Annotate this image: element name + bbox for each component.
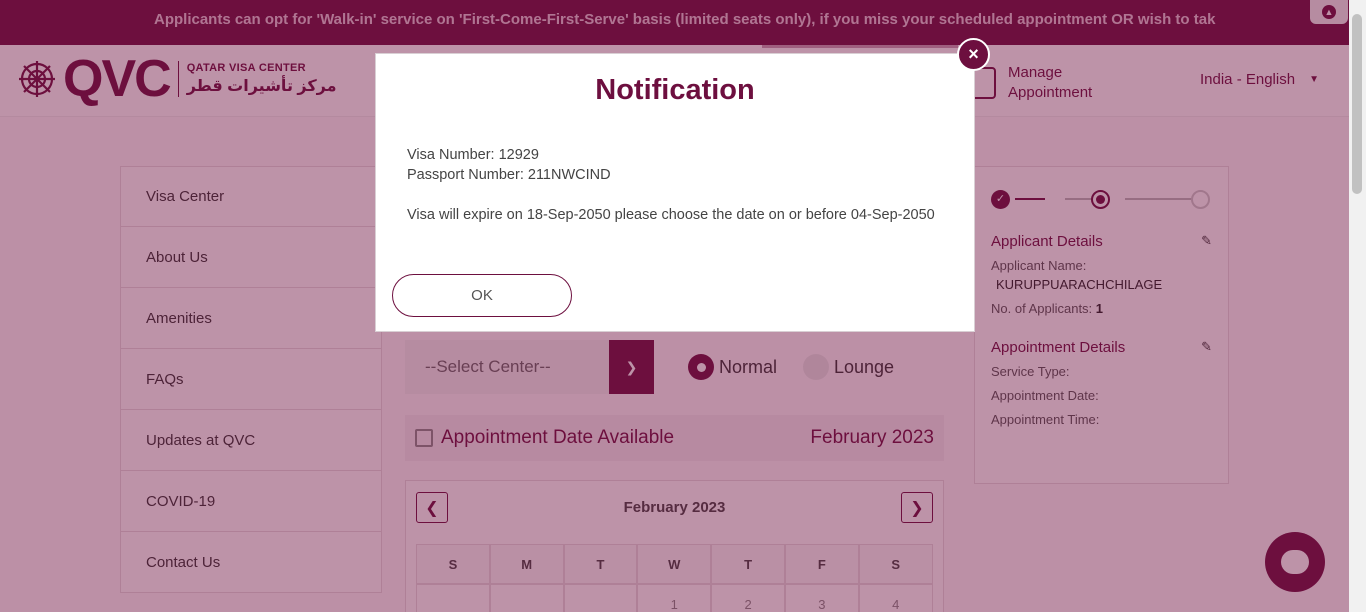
page-scrollbar[interactable] bbox=[1349, 0, 1366, 612]
modal-title: Notification bbox=[595, 74, 755, 106]
passport-number-text: Passport Number: 211NWCIND bbox=[407, 167, 611, 183]
notification-modal: Notification Visa Number: 12929 Passport… bbox=[375, 53, 975, 332]
ok-button[interactable]: OK bbox=[392, 274, 572, 317]
expiry-message: Visa will expire on 18-Sep-2050 please c… bbox=[407, 207, 935, 223]
close-icon[interactable]: × bbox=[957, 38, 990, 71]
visa-number-text: Visa Number: 12929 bbox=[407, 147, 539, 163]
modal-body: Visa Number: 12929 Passport Number: 211N… bbox=[376, 145, 974, 225]
scrollbar-thumb[interactable] bbox=[1352, 14, 1362, 194]
